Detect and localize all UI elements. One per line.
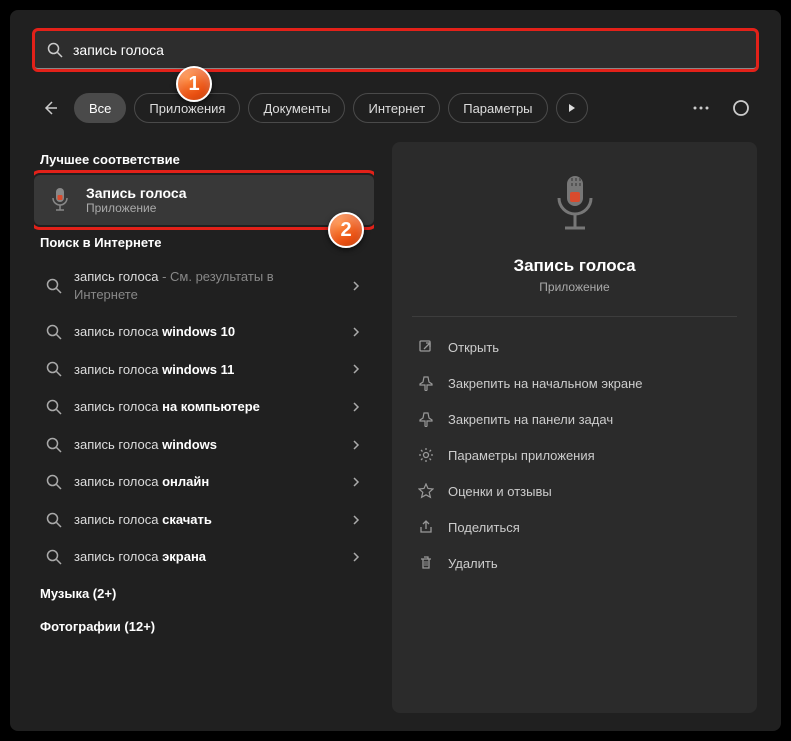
play-icon <box>567 103 577 113</box>
share-icon <box>418 519 434 535</box>
action-label: Открыть <box>448 340 499 355</box>
action-open[interactable]: Открыть <box>412 329 737 365</box>
voice-recorder-icon <box>46 186 74 214</box>
dots-icon <box>693 106 709 110</box>
web-result-item[interactable]: запись голоса скачать <box>34 501 374 539</box>
action-share[interactable]: Поделиться <box>412 509 737 545</box>
web-result-text: запись голоса windows <box>74 436 338 454</box>
arrow-left-icon <box>42 100 58 116</box>
action-label: Оценки и отзывы <box>448 484 552 499</box>
search-icon <box>46 512 62 528</box>
chevron-right-icon <box>350 326 362 338</box>
filter-more-button[interactable] <box>556 93 588 123</box>
annotation-badge-1: 1 <box>176 66 212 102</box>
best-match-subtitle: Приложение <box>86 201 187 215</box>
search-icon <box>46 437 62 453</box>
web-result-text: запись голоса на компьютере <box>74 398 338 416</box>
search-icon <box>46 278 62 294</box>
action-label: Поделиться <box>448 520 520 535</box>
chevron-right-icon <box>350 401 362 413</box>
filter-row: Все Приложения Документы Интернет Параме… <box>34 90 757 126</box>
action-label: Удалить <box>448 556 498 571</box>
back-button[interactable] <box>34 92 66 124</box>
preview-pane: Запись голоса Приложение Открыть Закрепит… <box>392 142 757 713</box>
web-result-text: запись голоса windows 10 <box>74 323 338 341</box>
search-input[interactable] <box>73 42 744 58</box>
section-best-match: Лучшее соответствие <box>34 142 374 175</box>
best-match-title: Запись голоса <box>86 185 187 201</box>
circle-icon <box>732 99 750 117</box>
web-result-item[interactable]: запись голоса windows 10 <box>34 313 374 351</box>
action-label: Закрепить на начальном экране <box>448 376 643 391</box>
search-panel: 1 Все Приложения Документы Интернет Пара… <box>10 10 781 731</box>
section-music[interactable]: Музыка (2+) <box>34 576 374 609</box>
web-result-text: запись голоса экрана <box>74 548 338 566</box>
web-result-text: запись голоса windows 11 <box>74 361 338 379</box>
action-label: Закрепить на панели задач <box>448 412 613 427</box>
pin-start-icon <box>418 375 434 391</box>
search-bar[interactable] <box>34 30 757 70</box>
section-web-search: Поиск в Интернете <box>34 225 374 258</box>
more-options-button[interactable] <box>685 92 717 124</box>
search-icon <box>46 474 62 490</box>
annotation-badge-2: 2 <box>328 212 364 248</box>
star-icon <box>418 483 434 499</box>
results-column: Лучшее соответствие Запись голоса Прилож… <box>34 142 374 713</box>
action-pin-taskbar[interactable]: Закрепить на панели задач <box>412 401 737 437</box>
web-result-item[interactable]: запись голоса онлайн <box>34 463 374 501</box>
web-result-item[interactable]: запись голоса windows <box>34 426 374 464</box>
chevron-right-icon <box>350 363 362 375</box>
action-star[interactable]: Оценки и отзывы <box>412 473 737 509</box>
preview-subtitle: Приложение <box>539 280 609 294</box>
chevron-right-icon <box>350 439 362 451</box>
search-icon <box>46 549 62 565</box>
pin-taskbar-icon <box>418 411 434 427</box>
best-match-item[interactable]: Запись голоса Приложение <box>34 175 374 225</box>
web-result-item[interactable]: запись голоса на компьютере <box>34 388 374 426</box>
web-result-text: запись голоса онлайн <box>74 473 338 491</box>
account-button[interactable] <box>725 92 757 124</box>
search-icon <box>46 399 62 415</box>
open-icon <box>418 339 434 355</box>
section-photos[interactable]: Фотографии (12+) <box>34 609 374 642</box>
action-trash[interactable]: Удалить <box>412 545 737 581</box>
action-settings[interactable]: Параметры приложения <box>412 437 737 473</box>
web-result-text: запись голоса скачать <box>74 511 338 529</box>
chevron-right-icon <box>350 514 362 526</box>
settings-icon <box>418 447 434 463</box>
action-pin-start[interactable]: Закрепить на начальном экране <box>412 365 737 401</box>
voice-recorder-large-icon <box>545 172 605 242</box>
filter-internet[interactable]: Интернет <box>353 93 440 123</box>
trash-icon <box>418 555 434 571</box>
preview-title: Запись голоса <box>513 256 635 276</box>
filter-settings[interactable]: Параметры <box>448 93 547 123</box>
web-result-text: запись голоса - См. результаты в Интерне… <box>74 268 338 303</box>
chevron-right-icon <box>350 476 362 488</box>
search-icon <box>47 42 63 58</box>
search-icon <box>46 361 62 377</box>
search-icon <box>46 324 62 340</box>
web-result-item[interactable]: запись голоса - См. результаты в Интерне… <box>34 258 374 313</box>
chevron-right-icon <box>350 280 362 292</box>
web-result-item[interactable]: запись голоса windows 11 <box>34 351 374 389</box>
action-label: Параметры приложения <box>448 448 595 463</box>
filter-documents[interactable]: Документы <box>248 93 345 123</box>
web-result-item[interactable]: запись голоса экрана <box>34 538 374 576</box>
divider <box>412 316 737 317</box>
chevron-right-icon <box>350 551 362 563</box>
filter-all[interactable]: Все <box>74 93 126 123</box>
